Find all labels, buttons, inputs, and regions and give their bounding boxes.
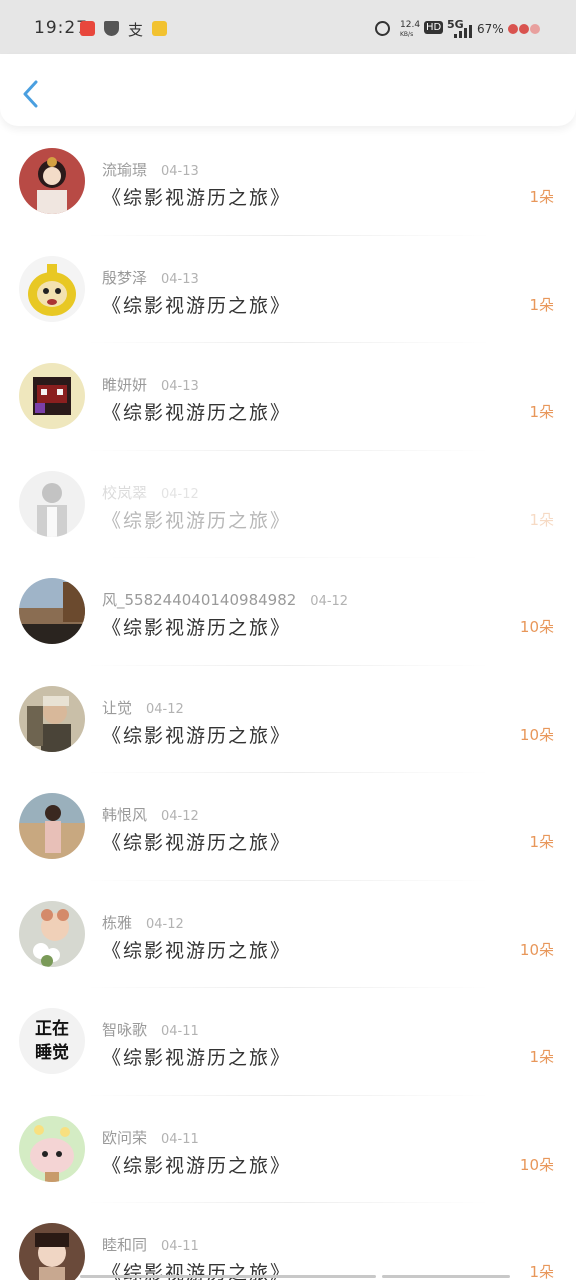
- gift-record-list: 流瑜璟 04-13 《综影视游历之旅》 1朵 殷梦泽 04-13 《综影视游历之旅》…: [0, 128, 576, 1280]
- date: 04-12: [310, 594, 349, 609]
- book-title: 《综影视游历之旅》: [102, 402, 292, 424]
- user-name: 流瑜璟: [102, 161, 148, 179]
- user-name: 智咏歌: [102, 1021, 148, 1039]
- list-item[interactable]: 正在 睡觉 智咏歌 04-11 《综影视游历之旅》 1朵: [0, 988, 576, 1096]
- book-title: 《综影视游历之旅》: [102, 187, 292, 209]
- avatar-text: 睡觉: [35, 1043, 69, 1063]
- flower-amount: 10朵: [519, 725, 554, 744]
- avatar[interactable]: [19, 255, 85, 322]
- flower-amount: 1朵: [529, 1263, 554, 1280]
- avatar[interactable]: 正在 睡觉: [19, 1008, 85, 1074]
- strawberry-icon: [530, 24, 540, 34]
- list-item[interactable]: 让觉 04-12 《综影视游历之旅》 10朵: [0, 666, 576, 773]
- book-title: 《综影视游历之旅》: [102, 832, 292, 854]
- avatar[interactable]: [19, 148, 85, 214]
- alipay-icon: 支: [128, 21, 144, 39]
- strawberry-icon: [519, 24, 529, 34]
- flower-amount: 1朵: [529, 188, 554, 206]
- avatar[interactable]: [19, 1223, 85, 1280]
- date: 04-12: [146, 701, 184, 717]
- alarm-icon: [375, 21, 390, 36]
- user-name: 睢妍妍: [102, 376, 148, 394]
- home-indicator: [80, 1275, 376, 1278]
- list-item[interactable]: 韩恨风 04-12 《综影视游历之旅》 1朵: [0, 773, 576, 881]
- list-item[interactable]: 睢妍妍 04-13 《综影视游历之旅》 1朵: [0, 343, 576, 451]
- strawberry-icon: [508, 24, 518, 34]
- list-item[interactable]: 风_558244040140984982 04-12 《综影视游历之旅》 10朵: [0, 558, 576, 666]
- status-bar: 19:27 支 12.4 KB/s HD 5G 67%: [0, 0, 576, 54]
- home-indicator: [382, 1275, 510, 1278]
- user-name: 栋雅: [102, 913, 133, 932]
- flower-amount: 1朵: [529, 510, 554, 529]
- avatar[interactable]: [19, 470, 85, 537]
- book-title: 《综影视游历之旅》: [102, 617, 292, 639]
- user-name: 欧问荣: [102, 1128, 148, 1147]
- book-title: 《综影视游历之旅》: [102, 724, 292, 747]
- list-item[interactable]: 殷梦泽 04-13 《综影视游历之旅》 1朵: [0, 236, 576, 343]
- hd-badge: HD: [424, 21, 444, 34]
- user-name: 风_558244040140984982: [102, 591, 297, 609]
- net-speed-value: 12.4: [400, 20, 421, 30]
- list-item[interactable]: 栋雅 04-12 《综影视游历之旅》 10朵: [0, 881, 576, 988]
- app-notification-icon: [80, 21, 95, 36]
- book-title: 《综影视游历之旅》: [102, 939, 292, 962]
- list-item[interactable]: 欧问荣 04-11 《综影视游历之旅》 10朵: [0, 1096, 576, 1203]
- date: 04-11: [161, 1131, 199, 1147]
- date: 04-12: [161, 809, 199, 824]
- user-name: 殷梦泽: [102, 268, 148, 287]
- book-title: 《综影视游历之旅》: [102, 1154, 292, 1177]
- shield-icon: [104, 21, 119, 36]
- user-name: 让觉: [102, 698, 133, 717]
- date: 04-13: [161, 379, 199, 394]
- date: 04-12: [161, 486, 199, 502]
- avatar[interactable]: [19, 1115, 85, 1182]
- date: 04-11: [161, 1239, 199, 1254]
- list-item[interactable]: 睦和同 04-11 《综影视游历之旅》 1朵: [0, 1203, 576, 1280]
- flower-amount: 1朵: [529, 833, 554, 851]
- avatar[interactable]: [19, 363, 85, 429]
- avatar[interactable]: [19, 900, 85, 967]
- date: 04-13: [161, 164, 199, 179]
- date: 04-12: [146, 916, 184, 932]
- flower-amount: 1朵: [529, 295, 554, 314]
- flower-amount: 10朵: [519, 1155, 554, 1174]
- user-name: 校岚翠: [102, 483, 148, 502]
- list-item[interactable]: 校岚翠 04-12 《综影视游历之旅》 1朵: [0, 451, 576, 558]
- date: 04-11: [161, 1024, 199, 1039]
- avatar[interactable]: [19, 578, 85, 644]
- battery-percent: 67%: [477, 22, 504, 36]
- chevron-left-icon: [23, 80, 38, 108]
- net-speed-unit: KB/s: [400, 31, 414, 38]
- back-button[interactable]: [20, 80, 44, 108]
- avatar[interactable]: [19, 793, 85, 859]
- nav-bar: [0, 54, 576, 126]
- book-title: 《综影视游历之旅》: [102, 1047, 292, 1069]
- list-item[interactable]: 流瑜璟 04-13 《综影视游历之旅》 1朵: [0, 128, 576, 236]
- date: 04-13: [161, 271, 199, 287]
- user-name: 睦和同: [102, 1236, 148, 1254]
- user-name: 韩恨风: [102, 806, 148, 824]
- book-title: 《综影视游历之旅》: [102, 294, 292, 317]
- avatar[interactable]: [19, 685, 85, 752]
- flower-amount: 10朵: [519, 618, 554, 636]
- flower-amount: 10朵: [519, 940, 554, 959]
- signal-icon: [454, 24, 472, 38]
- avatar-text: 正在: [35, 1019, 69, 1039]
- book-title: 《综影视游历之旅》: [102, 509, 292, 532]
- app-badge-icon: [152, 21, 167, 36]
- flower-amount: 1朵: [529, 403, 554, 421]
- flower-amount: 1朵: [529, 1048, 554, 1066]
